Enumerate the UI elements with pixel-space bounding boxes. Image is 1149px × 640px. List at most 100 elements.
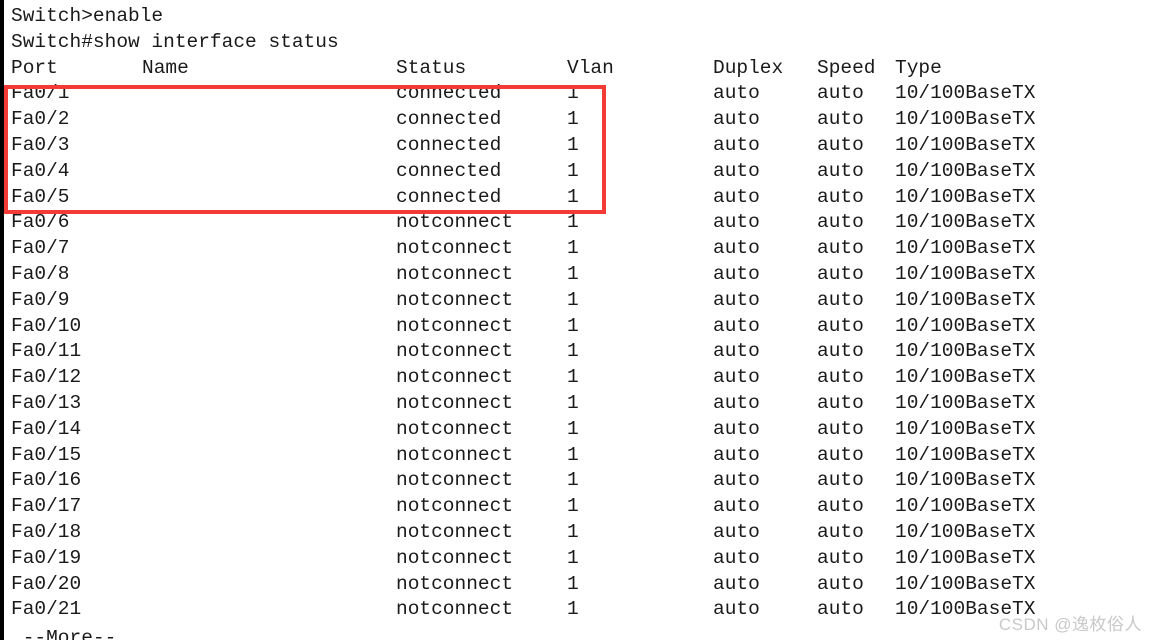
table-row: Fa0/9 notconnect 1 auto auto 10/100BaseTX bbox=[11, 288, 1149, 314]
cell-speed: auto bbox=[817, 262, 864, 285]
cell-port: Fa0/8 bbox=[11, 262, 70, 285]
cell-speed: auto bbox=[817, 108, 864, 131]
cell-status: connected bbox=[396, 185, 502, 208]
cell-type: 10/100BaseTX bbox=[895, 366, 1036, 389]
cell-duplex: auto bbox=[713, 108, 760, 131]
csdn-watermark: CSDN @逸枚俗人 bbox=[998, 615, 1142, 634]
cell-status: notconnect bbox=[396, 495, 514, 518]
cell-port: Fa0/14 bbox=[11, 417, 82, 440]
cell-vlan: 1 bbox=[567, 108, 579, 131]
cell-port: Fa0/16 bbox=[11, 469, 82, 492]
cell-status: notconnect bbox=[396, 340, 514, 363]
cell-status: connected bbox=[396, 108, 502, 131]
cell-type: 10/100BaseTX bbox=[895, 495, 1036, 518]
cell-duplex: auto bbox=[713, 211, 760, 234]
cell-speed: auto bbox=[817, 546, 864, 569]
cell-type: 10/100BaseTX bbox=[895, 159, 1036, 182]
cell-port: Fa0/5 bbox=[11, 185, 70, 208]
header-type: Type bbox=[895, 56, 942, 79]
cell-status: notconnect bbox=[396, 546, 514, 569]
cell-type: 10/100BaseTX bbox=[895, 391, 1036, 414]
cell-type: 10/100BaseTX bbox=[895, 288, 1036, 311]
cell-status: notconnect bbox=[396, 391, 514, 414]
cell-vlan: 1 bbox=[567, 288, 579, 311]
cell-speed: auto bbox=[817, 185, 864, 208]
table-row: Fa0/1 connected 1 auto auto 10/100BaseTX bbox=[11, 81, 1149, 107]
cell-vlan: 1 bbox=[567, 262, 579, 285]
window-left-edge bbox=[0, 0, 4, 640]
cell-vlan: 1 bbox=[567, 391, 579, 414]
command-line-show-interface-status: Switch#show interface status bbox=[11, 30, 1149, 56]
header-duplex: Duplex bbox=[713, 56, 784, 79]
cell-vlan: 1 bbox=[567, 211, 579, 234]
cell-speed: auto bbox=[817, 237, 864, 260]
cell-speed: auto bbox=[817, 598, 864, 621]
cell-speed: auto bbox=[817, 391, 864, 414]
cell-speed: auto bbox=[817, 469, 864, 492]
cell-type: 10/100BaseTX bbox=[895, 82, 1036, 105]
table-row: Fa0/2 connected 1 auto auto 10/100BaseTX bbox=[11, 107, 1149, 133]
cell-duplex: auto bbox=[713, 546, 760, 569]
cell-speed: auto bbox=[817, 159, 864, 182]
table-row: Fa0/19 notconnect 1 auto auto 10/100BaseTX bbox=[11, 546, 1149, 572]
cell-duplex: auto bbox=[713, 262, 760, 285]
cell-port: Fa0/11 bbox=[11, 340, 82, 363]
table-row: Fa0/21 notconnect 1 auto auto 10/100BaseTX bbox=[11, 597, 1149, 623]
cell-duplex: auto bbox=[713, 469, 760, 492]
cell-port: Fa0/17 bbox=[11, 495, 82, 518]
cell-duplex: auto bbox=[713, 520, 760, 543]
cell-status: notconnect bbox=[396, 520, 514, 543]
table-row: Fa0/8 notconnect 1 auto auto 10/100BaseTX bbox=[11, 262, 1149, 288]
cell-status: notconnect bbox=[396, 598, 514, 621]
cell-type: 10/100BaseTX bbox=[895, 108, 1036, 131]
cell-duplex: auto bbox=[713, 82, 760, 105]
cell-duplex: auto bbox=[713, 495, 760, 518]
cell-duplex: auto bbox=[713, 185, 760, 208]
table-row: Fa0/6 notconnect 1 auto auto 10/100BaseTX bbox=[11, 210, 1149, 236]
cell-port: Fa0/4 bbox=[11, 159, 70, 182]
cell-status: connected bbox=[396, 159, 502, 182]
cell-port: Fa0/18 bbox=[11, 520, 82, 543]
cell-speed: auto bbox=[817, 366, 864, 389]
cell-status: notconnect bbox=[396, 443, 514, 466]
cell-status: connected bbox=[396, 133, 502, 156]
table-row: Fa0/12 notconnect 1 auto auto 10/100BaseTX bbox=[11, 365, 1149, 391]
cell-speed: auto bbox=[817, 443, 864, 466]
cell-vlan: 1 bbox=[567, 417, 579, 440]
cell-speed: auto bbox=[817, 495, 864, 518]
cell-type: 10/100BaseTX bbox=[895, 211, 1036, 234]
cell-vlan: 1 bbox=[567, 237, 579, 260]
cell-duplex: auto bbox=[713, 417, 760, 440]
cell-duplex: auto bbox=[713, 443, 760, 466]
cell-port: Fa0/15 bbox=[11, 443, 82, 466]
cell-duplex: auto bbox=[713, 133, 760, 156]
cell-duplex: auto bbox=[713, 237, 760, 260]
cell-port: Fa0/9 bbox=[11, 288, 70, 311]
cell-type: 10/100BaseTX bbox=[895, 546, 1036, 569]
cell-type: 10/100BaseTX bbox=[895, 572, 1036, 595]
cell-speed: auto bbox=[817, 288, 864, 311]
header-vlan: Vlan bbox=[567, 56, 614, 79]
cell-duplex: auto bbox=[713, 159, 760, 182]
header-name: Name bbox=[142, 56, 189, 79]
table-row: Fa0/10 notconnect 1 auto auto 10/100BaseTX bbox=[11, 314, 1149, 340]
cell-type: 10/100BaseTX bbox=[895, 133, 1036, 156]
cell-port: Fa0/21 bbox=[11, 598, 82, 621]
cell-port: Fa0/1 bbox=[11, 82, 70, 105]
table-row: Fa0/18 notconnect 1 auto auto 10/100BaseTX bbox=[11, 520, 1149, 546]
cell-status: notconnect bbox=[396, 262, 514, 285]
cell-vlan: 1 bbox=[567, 159, 579, 182]
header-status: Status bbox=[396, 56, 467, 79]
cell-vlan: 1 bbox=[567, 546, 579, 569]
cell-vlan: 1 bbox=[567, 572, 579, 595]
interface-status-table: Fa0/1 connected 1 auto auto 10/100BaseTX Fa0/2… bbox=[11, 81, 1149, 623]
terminal-window: Switch>enable Switch#show interface stat… bbox=[0, 0, 1149, 640]
table-header-row: Port Name Status Vlan Duplex Speed Type bbox=[11, 56, 1149, 82]
cell-vlan: 1 bbox=[567, 469, 579, 492]
cell-speed: auto bbox=[817, 82, 864, 105]
cell-port: Fa0/6 bbox=[11, 211, 70, 234]
table-row: Fa0/14 notconnect 1 auto auto 10/100BaseTX bbox=[11, 417, 1149, 443]
cell-port: Fa0/20 bbox=[11, 572, 82, 595]
cell-port: Fa0/3 bbox=[11, 133, 70, 156]
terminal-output: Switch>enable Switch#show interface stat… bbox=[11, 4, 1149, 623]
